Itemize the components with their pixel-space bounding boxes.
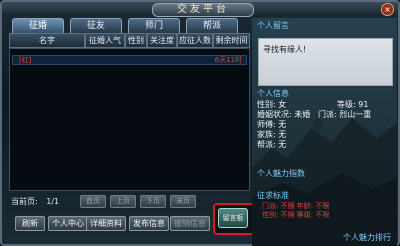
tab-guild[interactable]: 帮派 xyxy=(186,18,238,34)
personal-message-title: 个人留言 xyxy=(257,21,289,30)
message-board-button[interactable]: 留言板 xyxy=(213,203,255,235)
table-row[interactable]: [红] 6天11时 xyxy=(12,55,247,65)
listing-table: [红] 6天11时 xyxy=(9,48,250,191)
window-title: 交友平台 xyxy=(152,3,254,17)
personal-center-button[interactable]: 个人中心 xyxy=(48,216,88,231)
page-indicator: 当前页: 1/1 xyxy=(11,196,59,207)
column-header-name[interactable]: 名字 xyxy=(9,33,85,48)
charm-index-title: 个人魅力指数 xyxy=(257,169,305,178)
requirements-line-2: 性别: 不限 等级: 不限 xyxy=(262,211,330,219)
last-page-button[interactable]: 末页 xyxy=(170,195,196,208)
requirements-title: 征求标准 xyxy=(257,191,289,200)
column-header-applicants[interactable]: 应征人数 xyxy=(177,33,213,48)
close-button[interactable]: × xyxy=(381,3,394,16)
details-button[interactable]: 详细资料 xyxy=(86,216,126,231)
guild-info: 帮派: 无 xyxy=(257,140,287,149)
column-header-gender[interactable]: 性别 xyxy=(125,33,147,48)
personal-message-box: 寻找有缘人! xyxy=(258,38,393,86)
message-board-label: 留言板 xyxy=(218,208,248,228)
next-page-button[interactable]: 下页 xyxy=(140,195,166,208)
tab-friends[interactable]: 征友 xyxy=(70,18,122,34)
personal-info-title: 个人信息 xyxy=(257,89,289,98)
sect-info: 门派: 烈山一重 xyxy=(318,110,372,119)
profile-panel: 个人留言 寻找有缘人! 个人信息 性别: 女 等级: 91 婚姻状况: 未婚 门… xyxy=(252,18,397,246)
dating-platform-window: 交友平台 × 征婚 征友 师门 帮派 名字 征婚人气 性别 关注度 应征人数 剩… xyxy=(0,0,400,246)
page-label: 当前页: xyxy=(11,197,38,206)
column-header-remaining-time[interactable]: 剩余时间 xyxy=(213,33,250,48)
prev-page-button[interactable]: 上页 xyxy=(110,195,136,208)
row-name: [红] xyxy=(19,56,32,64)
page-value: 1/1 xyxy=(46,197,60,206)
tab-marriage[interactable]: 征婚 xyxy=(12,18,64,34)
publish-button[interactable]: 发布信息 xyxy=(129,216,169,231)
personal-message-text: 寻找有缘人! xyxy=(263,45,307,54)
column-header-attention[interactable]: 关注度 xyxy=(147,33,177,48)
tab-master[interactable]: 师门 xyxy=(128,18,180,34)
column-header-popularity[interactable]: 征婚人气 xyxy=(85,33,125,48)
title-bar[interactable]: 交友平台 × xyxy=(2,2,398,17)
refresh-button[interactable]: 刷新 xyxy=(15,216,45,231)
row-remaining-time: 6天11时 xyxy=(214,56,242,64)
withdraw-button[interactable]: 撤销信息 xyxy=(170,216,210,231)
first-page-button[interactable]: 首页 xyxy=(80,195,106,208)
charm-ranking-link[interactable]: 个人魅力排行 xyxy=(343,232,391,243)
